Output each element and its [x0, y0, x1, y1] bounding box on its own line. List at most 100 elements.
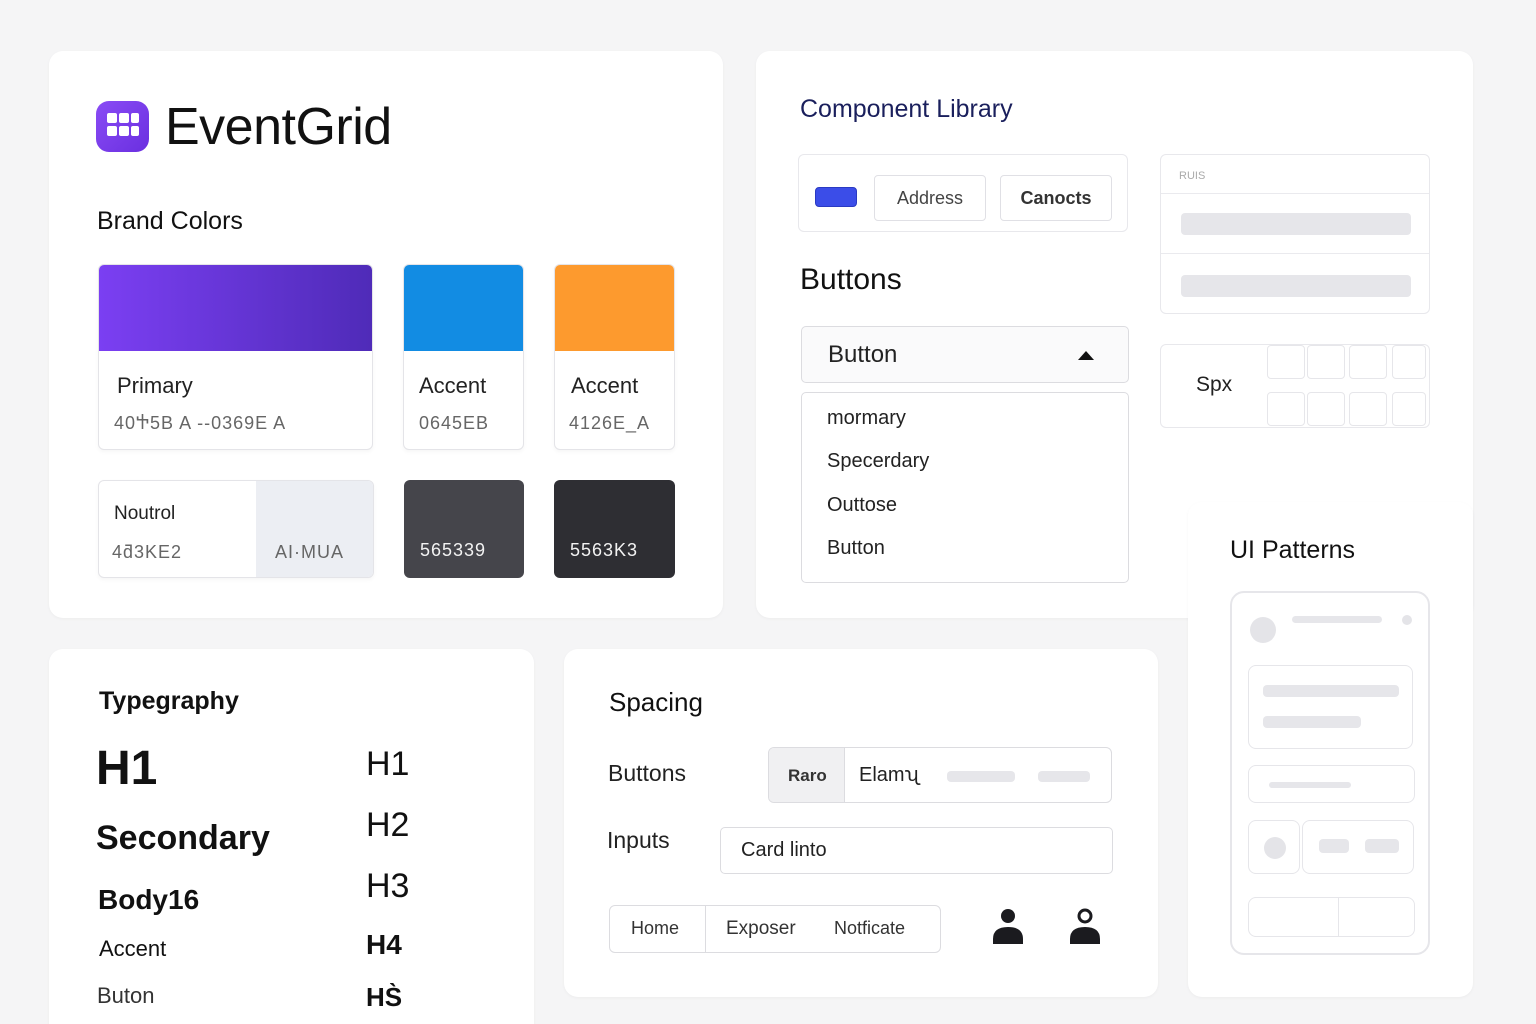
swatch-name: Accent [571, 373, 639, 398]
divider [1161, 253, 1429, 254]
grid-cell [1392, 392, 1426, 426]
swatch-charcoal[interactable]: 5563K3 [554, 480, 675, 578]
primary-chip-button[interactable] [815, 187, 857, 207]
swatch-accent-blue[interactable]: Accent 0645EB [403, 264, 524, 450]
skeleton-button[interactable] [1038, 771, 1090, 782]
grid-cell [1267, 345, 1305, 379]
swatch-hex: 0645EB [419, 413, 490, 433]
pattern-card[interactable] [1248, 665, 1413, 749]
heading-h4: H4 [366, 929, 402, 960]
skeleton-line [1263, 716, 1361, 728]
app-name: EventGrid [165, 98, 392, 156]
form-header: RUIS [1179, 170, 1206, 182]
eventgrid-logo-icon [96, 101, 149, 152]
skeleton-button[interactable] [947, 771, 1015, 782]
tab-home[interactable]: Home [631, 918, 679, 939]
swatch-alt-code: AI·MUA [275, 542, 344, 562]
skeleton-line [1263, 685, 1399, 697]
spacing-grid-sample: Spx [1160, 344, 1430, 428]
skeleton-line [1269, 782, 1351, 788]
sample-button: Buton [97, 983, 155, 1008]
heading-h1: H1 [366, 745, 410, 783]
dropdown-option[interactable]: Button [827, 537, 885, 560]
buttons-heading: Buttons [800, 263, 902, 296]
pattern-input[interactable] [1248, 765, 1415, 803]
heading-h3: H3 [366, 867, 410, 905]
swatch-name: Primary [117, 373, 193, 398]
heading-h2: H2 [366, 806, 410, 844]
button-group: Raro Elamʯ [768, 747, 1112, 803]
card-input[interactable]: Card linto [720, 827, 1113, 874]
elam-button[interactable]: Elamʯ [859, 764, 918, 787]
ui-patterns-title: UI Patterns [1230, 536, 1356, 564]
skeleton-line [1292, 616, 1382, 623]
skeleton-chip [1319, 839, 1349, 853]
user-outline-icon[interactable] [1067, 905, 1103, 945]
dot-icon [1402, 615, 1412, 625]
address-button[interactable]: Address [874, 175, 986, 221]
grid-cell [1392, 345, 1426, 379]
brand-colors-heading: Brand Colors [97, 207, 243, 235]
buttons-row-label: Buttons [608, 760, 686, 786]
grid-cell [1307, 345, 1345, 379]
grid-cell [1267, 392, 1305, 426]
spacing-title: Spacing [609, 687, 703, 717]
divider [705, 906, 706, 952]
accent-blue-fill [404, 265, 523, 351]
swatch-hex: 5563K3 [570, 540, 639, 560]
swatch-primary[interactable]: Primary 40Ⴕ5B A --0369E A [98, 264, 373, 450]
raro-button[interactable]: Raro [769, 748, 845, 802]
pattern-button-bar[interactable] [1248, 897, 1415, 937]
tab-exposer[interactable]: Exposer [726, 918, 796, 940]
skeleton-field[interactable] [1181, 275, 1411, 297]
user-icon[interactable] [990, 905, 1026, 945]
spacing-label: Spx [1196, 373, 1233, 396]
swatch-hex: 4126E_A [569, 413, 651, 433]
ui-patterns-card: UI Patterns [1188, 502, 1473, 997]
caret-up-icon [1078, 351, 1094, 360]
pattern-chip-row[interactable] [1302, 820, 1414, 874]
swatch-hex: 40Ⴕ5B A --0369E A [114, 413, 287, 433]
swatch-name: Accent [419, 373, 487, 398]
dropdown-option[interactable]: Outtose [827, 494, 897, 517]
accent-orange-fill [555, 265, 674, 351]
circle-icon [1264, 837, 1286, 859]
sample-body16: Body16 [98, 884, 200, 915]
grid-cell [1349, 345, 1387, 379]
tab-bar: Home Exposer Notficate [609, 905, 941, 953]
inputs-row-label: Inputs [607, 827, 670, 853]
input-value: Card linto [741, 839, 827, 861]
pattern-icon-tile[interactable] [1248, 820, 1300, 874]
divider [1338, 898, 1339, 936]
typography-card: Typegraphy H1 Secondary Body16 Accent Bu… [49, 649, 534, 1024]
swatch-neutral[interactable]: Noutrol 4ƌ3KE2 AI·MUA [98, 480, 374, 578]
grid-cell [1349, 392, 1387, 426]
dropdown-option[interactable]: mormary [827, 407, 906, 430]
swatch-hex: 565339 [420, 540, 487, 560]
dropdown-selected: Button [828, 341, 898, 368]
grid-cell [1307, 392, 1345, 426]
button-label: Raro [788, 766, 827, 785]
neutral-color-fill [256, 481, 373, 577]
sample-accent: Accent [99, 936, 167, 961]
primary-color-fill [99, 265, 372, 351]
dropdown-option[interactable]: Specerdary [827, 450, 929, 473]
form-skeleton: RUIS [1160, 154, 1430, 314]
button-dropdown[interactable]: Button [801, 326, 1129, 383]
skeleton-chip [1365, 839, 1399, 853]
mobile-mockup [1230, 591, 1430, 955]
heading-h5: HS̀ [366, 982, 403, 1012]
tab-notficate[interactable]: Notficate [834, 918, 905, 939]
component-library-title: Component Library [800, 95, 1013, 123]
swatch-accent-orange[interactable]: Accent 4126E_A [554, 264, 675, 450]
avatar [1250, 617, 1276, 643]
skeleton-field[interactable] [1181, 213, 1411, 235]
swatch-dark-gray[interactable]: 565339 [404, 480, 524, 578]
toolbar-sample: Address Canocts [798, 154, 1128, 232]
swatch-hex: 4ƌ3KE2 [112, 542, 183, 562]
cancel-button[interactable]: Canocts [1000, 175, 1112, 221]
sample-h1: H1 [96, 742, 158, 795]
brand-card: EventGrid Brand Colors Primary 40Ⴕ5B A -… [49, 51, 723, 618]
swatch-name: Noutrol [114, 503, 176, 524]
typography-title: Typegraphy [99, 687, 239, 715]
